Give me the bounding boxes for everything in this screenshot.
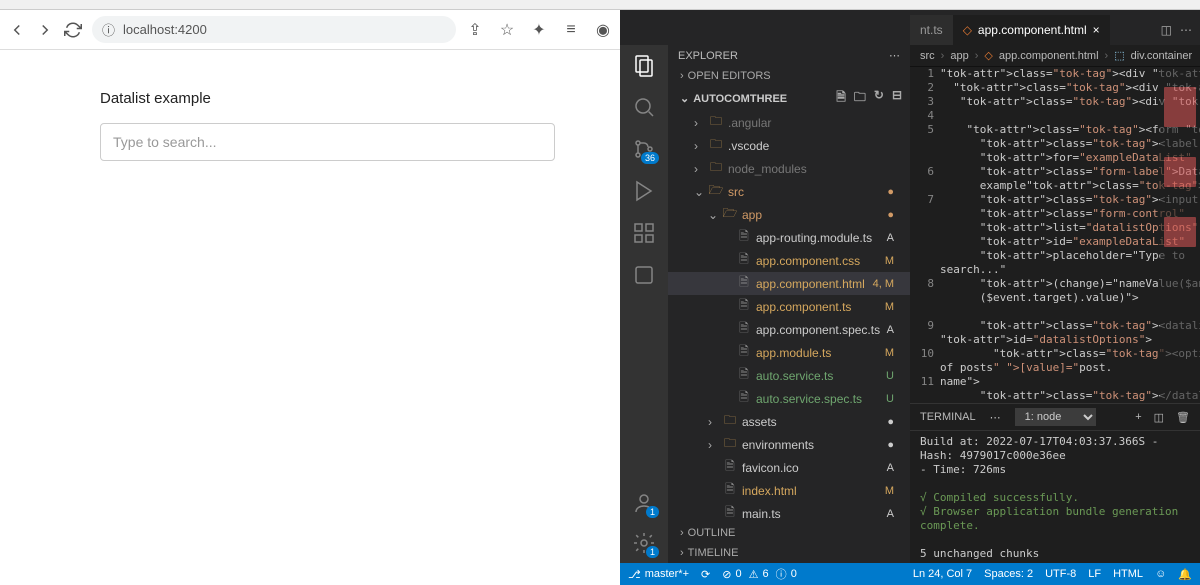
scm-badge: 36 (641, 152, 659, 164)
file-app-component-spec-ts[interactable]: 🗎app.component.spec.tsA (668, 318, 910, 341)
editor-tab-label: app.component.html (978, 23, 1087, 37)
explorer-sidebar: EXPLORER ⋯ › OPEN EDITORS ⌄ AUTOCOMTHREE… (668, 45, 910, 563)
account-icon[interactable]: 1 (632, 491, 656, 515)
chevron-right-icon: › (680, 527, 684, 539)
file-main-ts[interactable]: 🗎main.tsA (668, 502, 910, 523)
share-icon[interactable]: ⇪ (466, 21, 484, 39)
forward-icon[interactable] (36, 21, 54, 39)
problems-indicator[interactable]: ⊘0 ⚠6 ⓘ0 (722, 566, 797, 582)
browser-pane: ⓘ localhost:4200 ⇪ ☆ ✦ ≡ ◉ Datalist exam… (0, 10, 620, 585)
folder-environments[interactable]: ›🗀environments● (668, 433, 910, 456)
browser-toolbar: ⓘ localhost:4200 ⇪ ☆ ✦ ≡ ◉ (0, 10, 620, 50)
branch-indicator[interactable]: ⎇ master*+ (628, 568, 689, 581)
chevron-right-icon: › (680, 70, 684, 82)
explorer-more-icon[interactable]: ⋯ (889, 49, 900, 62)
back-icon[interactable] (8, 21, 26, 39)
more-editor-icon[interactable]: ⋯ (1180, 23, 1192, 37)
page-body: Datalist example (0, 50, 620, 201)
search-input[interactable] (100, 123, 555, 161)
gear-badge: 1 (646, 546, 659, 558)
folder-app[interactable]: ⌄🗁app● (668, 203, 910, 226)
file-app-routing-module-ts[interactable]: 🗎app-routing.module.tsA (668, 226, 910, 249)
folder--angular[interactable]: ›🗀.angular (668, 111, 910, 134)
status-bar: ⎇ master*+ ⟳ ⊘0 ⚠6 ⓘ0 Ln 24, Col 7 Space… (620, 563, 1200, 585)
readlist-icon[interactable]: ≡ (562, 21, 580, 39)
eol-indicator[interactable]: LF (1088, 568, 1101, 580)
file-tree: ›🗀.angular›🗀.vscode›🗀node_modules⌄🗁src●⌄… (668, 111, 910, 523)
folder-src[interactable]: ⌄🗁src● (668, 180, 910, 203)
encoding-indicator[interactable]: UTF-8 (1045, 568, 1076, 580)
breadcrumb[interactable]: src› app› ◇app.component.html› ⬚div.cont… (910, 45, 1200, 67)
sync-indicator[interactable]: ⟳ (701, 568, 710, 581)
terminal-more-icon[interactable]: ⋯ (990, 411, 1001, 424)
search-icon[interactable] (632, 95, 656, 119)
profile-icon[interactable]: ◉ (594, 21, 612, 39)
collapse-icon[interactable]: ⊟ (892, 88, 902, 109)
project-name: AUTOCOMTHREE (693, 93, 787, 105)
close-icon[interactable]: × (1093, 23, 1100, 37)
code-editor: src› app› ◇app.component.html› ⬚div.cont… (910, 45, 1200, 563)
bookmark-icon[interactable]: ☆ (498, 21, 516, 39)
editor-tab-active[interactable]: ◇ app.component.html × (953, 15, 1110, 45)
outline-section[interactable]: › OUTLINE (668, 523, 910, 543)
folder-assets[interactable]: ›🗀assets● (668, 410, 910, 433)
file-index-html[interactable]: 🗎index.htmlM (668, 479, 910, 502)
extensions-icon[interactable]: ✦ (530, 21, 548, 39)
terminal-panel: TERMINAL ⋯ 1: node + ◫ 🗑 Build at: 2022-… (910, 403, 1200, 563)
file-app-component-css[interactable]: 🗎app.component.cssM (668, 249, 910, 272)
kill-terminal-icon[interactable]: 🗑 (1176, 411, 1190, 424)
datalist-label: Datalist example (100, 90, 520, 107)
reload-icon[interactable] (64, 21, 82, 39)
run-debug-icon[interactable] (632, 179, 656, 203)
split-terminal-icon[interactable]: ◫ (1154, 411, 1164, 424)
open-editors-section[interactable]: › OPEN EDITORS (668, 66, 910, 86)
split-editor-icon[interactable]: ◫ (1161, 23, 1172, 37)
browser-frame-top (0, 0, 1200, 10)
file-favicon-ico[interactable]: 🗎favicon.icoA (668, 456, 910, 479)
terminal-output[interactable]: Build at: 2022-07-17T04:03:37.366S - Has… (910, 431, 1200, 563)
terminal-shell-select[interactable]: 1: node (1015, 408, 1096, 426)
account-badge: 1 (646, 506, 659, 518)
address-url: localhost:4200 (123, 22, 207, 37)
editor-tab-overflow[interactable]: nt.ts (910, 15, 953, 45)
new-folder-icon[interactable]: 🗀 (854, 88, 866, 109)
bookmark-panel-icon[interactable] (632, 263, 656, 287)
refresh-icon[interactable]: ↻ (874, 88, 884, 109)
folder-node-modules[interactable]: ›🗀node_modules (668, 157, 910, 180)
folder--vscode[interactable]: ›🗀.vscode (668, 134, 910, 157)
project-header[interactable]: ⌄ AUTOCOMTHREE 🗎 🗀 ↻ ⊟ (668, 86, 910, 111)
cursor-position[interactable]: Ln 24, Col 7 (913, 568, 972, 580)
new-terminal-icon[interactable]: + (1135, 411, 1141, 423)
terminal-tab[interactable]: TERMINAL (920, 411, 976, 423)
minimap[interactable] (1160, 67, 1200, 403)
file-app-component-ts[interactable]: 🗎app.component.tsM (668, 295, 910, 318)
feedback-icon[interactable]: ☺ (1155, 568, 1166, 580)
extensions-panel-icon[interactable] (632, 221, 656, 245)
secure-icon: ⓘ (102, 20, 115, 39)
explorer-icon[interactable] (632, 53, 656, 77)
new-file-icon[interactable]: 🗎 (836, 88, 846, 109)
file-app-component-html[interactable]: 🗎app.component.html4, M (668, 272, 910, 295)
source-control-icon[interactable]: 36 (632, 137, 656, 161)
editor-tabs: nt.ts ◇ app.component.html × ◫ ⋯ (620, 10, 1200, 45)
chevron-down-icon: ⌄ (680, 92, 689, 105)
gear-icon[interactable]: 1 (632, 531, 656, 555)
activity-bar: 36 1 1 (620, 45, 668, 563)
timeline-section[interactable]: › TIMELINE (668, 543, 910, 563)
vscode-window: nt.ts ◇ app.component.html × ◫ ⋯ 36 (620, 10, 1200, 585)
address-bar[interactable]: ⓘ localhost:4200 (92, 16, 456, 43)
notifications-icon[interactable]: 🔔 (1178, 568, 1192, 581)
chevron-right-icon: › (680, 547, 684, 559)
explorer-title: EXPLORER (678, 50, 738, 62)
spaces-indicator[interactable]: Spaces: 2 (984, 568, 1033, 580)
file-auto-service-ts[interactable]: 🗎auto.service.tsU (668, 364, 910, 387)
file-auto-service-spec-ts[interactable]: 🗎auto.service.spec.tsU (668, 387, 910, 410)
language-indicator[interactable]: HTML (1113, 568, 1143, 580)
file-app-module-ts[interactable]: 🗎app.module.tsM (668, 341, 910, 364)
line-gutter: 1234567891011121314151617 (910, 67, 940, 403)
html-file-icon: ◇ (963, 23, 972, 37)
